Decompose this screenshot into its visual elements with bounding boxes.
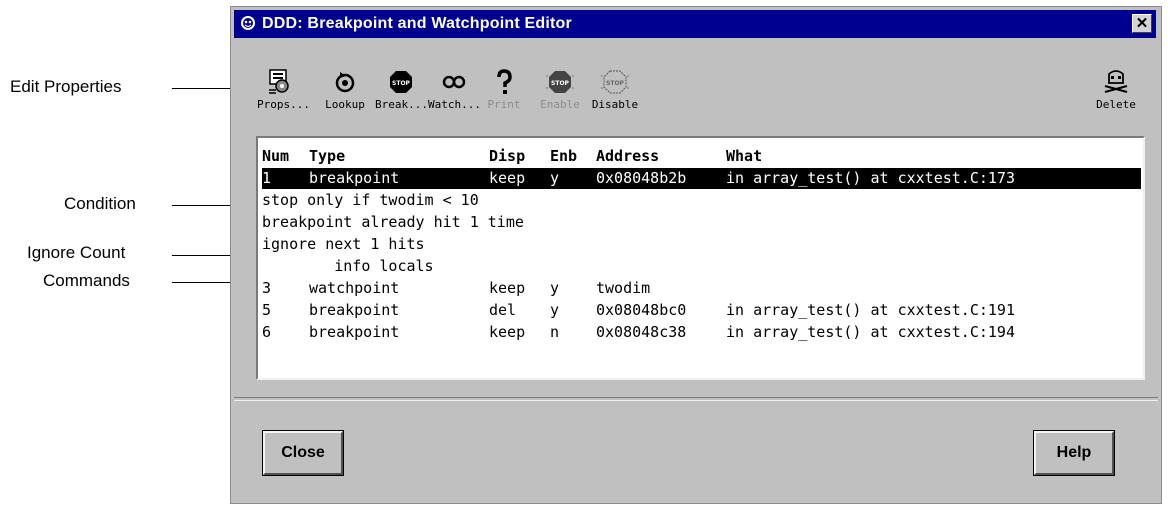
props-icon [269, 69, 289, 94]
enable-label: Enable [540, 98, 580, 111]
svg-text:STOP: STOP [606, 80, 625, 87]
cell-num: 3 [262, 279, 272, 297]
list-header: Num Type Disp Enb Address What [262, 146, 762, 167]
cell-num: 5 [262, 301, 272, 319]
column-disp: Disp [489, 147, 526, 165]
print-button[interactable]: Print [481, 68, 527, 116]
stop-sign-disabled-icon: STOP [601, 70, 629, 94]
column-type: Type [309, 147, 346, 165]
break-label: Break... [375, 98, 428, 111]
cell-num: 1 [262, 169, 272, 187]
close-button[interactable]: Close [262, 430, 344, 476]
cell-type: breakpoint [309, 323, 400, 341]
break-button[interactable]: STOP Break... [375, 68, 428, 116]
annotation-commands: Commands [43, 271, 130, 290]
delete-button[interactable]: Delete [1090, 68, 1142, 116]
toolbar: Props... Lookup STOP Break... Watch... P… [231, 38, 1161, 124]
window-close-button[interactable]: ✕ [1132, 14, 1152, 33]
cell-address: 0x08048bc0 [596, 301, 687, 319]
question-mark-icon [497, 69, 512, 94]
cell-type: breakpoint [309, 169, 400, 187]
delete-label: Delete [1096, 98, 1136, 111]
lookup-label: Lookup [325, 98, 365, 111]
cell-detail: ignore next 1 hits [262, 235, 425, 253]
cell-detail: breakpoint already hit 1 time [262, 213, 524, 231]
breakpoint-editor-window: DDD: Breakpoint and Watchpoint Editor ✕ … [230, 6, 1162, 504]
cell-what: in array_test() at cxxtest.C:191 [726, 301, 1015, 319]
cell-disp: keep [489, 323, 526, 341]
cell-enb: n [550, 323, 560, 341]
ddd-logo-icon [241, 16, 255, 30]
table-row[interactable]: 3 watchpoint keep y twodim [262, 278, 650, 299]
cell-disp: del [489, 301, 517, 319]
column-address: Address [596, 147, 660, 165]
title-bar[interactable]: DDD: Breakpoint and Watchpoint Editor ✕ [234, 10, 1156, 38]
cell-address: 0x08048c38 [596, 323, 687, 341]
cell-what: in array_test() at cxxtest.C:173 [726, 169, 1015, 187]
cell-type: watchpoint [309, 279, 400, 297]
lookup-icon [335, 72, 355, 93]
stop-sign-icon: STOP [546, 71, 574, 93]
cell-type: breakpoint [309, 301, 400, 319]
separator [234, 397, 1158, 401]
enable-button[interactable]: STOP Enable [534, 68, 586, 116]
cell-enb: y [550, 301, 560, 319]
column-what: What [726, 147, 763, 165]
cell-enb: y [550, 169, 560, 187]
disable-button[interactable]: STOP Disable [589, 68, 641, 116]
cell-what: in array_test() at cxxtest.C:194 [726, 323, 1015, 341]
annotation-edit-properties: Edit Properties [10, 77, 122, 96]
help-button[interactable]: Help [1033, 430, 1115, 476]
annotation-condition: Condition [64, 194, 136, 213]
cell-enb: y [550, 279, 560, 297]
skull-icon [1104, 70, 1128, 93]
props-button[interactable]: Props... [257, 68, 310, 116]
print-label: Print [487, 98, 521, 111]
table-row-hit-count[interactable]: breakpoint already hit 1 time [262, 212, 524, 233]
cell-address: twodim [596, 279, 651, 297]
table-row[interactable]: 5 breakpoint del y 0x08048bc0 in array_t… [262, 300, 1015, 321]
table-row[interactable]: 6 breakpoint keep n 0x08048c38 in array_… [262, 322, 1015, 343]
table-row-selected[interactable]: 1 breakpoint keep y 0x08048b2b in array_… [262, 168, 1141, 189]
table-row-ignore-count[interactable]: ignore next 1 hits [262, 234, 425, 255]
svg-text:STOP: STOP [392, 80, 411, 87]
annotation-ignore-count: Ignore Count [27, 243, 126, 262]
glasses-icon [442, 75, 466, 89]
cell-num: 6 [262, 323, 272, 341]
watch-button[interactable]: Watch... [428, 68, 481, 116]
disable-label: Disable [591, 98, 639, 111]
cell-disp: keep [489, 279, 526, 297]
cell-detail: stop only if twodim < 10 [262, 191, 479, 209]
props-label: Props... [257, 98, 310, 111]
breakpoint-list[interactable]: Num Type Disp Enb Address What 1 breakpo… [256, 136, 1145, 380]
lookup-button[interactable]: Lookup [322, 68, 368, 116]
cell-detail: info locals [262, 257, 434, 275]
cell-address: 0x08048b2b [596, 169, 687, 187]
table-row-condition[interactable]: stop only if twodim < 10 [262, 190, 479, 211]
column-num: Num [262, 147, 290, 165]
svg-text:STOP: STOP [551, 80, 570, 87]
stop-sign-icon: STOP [390, 71, 412, 93]
table-row-commands[interactable]: info locals [262, 256, 433, 277]
cell-disp: keep [489, 169, 526, 187]
column-enb: Enb [550, 147, 578, 165]
window-title: DDD: Breakpoint and Watchpoint Editor [262, 15, 572, 32]
watch-label: Watch... [428, 98, 481, 111]
